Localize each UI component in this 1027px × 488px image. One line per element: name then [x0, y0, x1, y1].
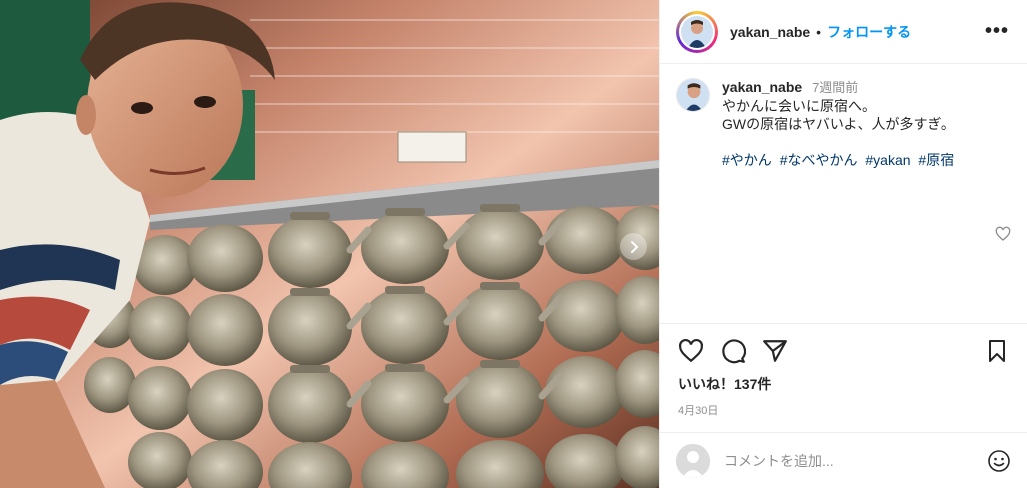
emoji-button[interactable] [987, 449, 1011, 478]
share-button[interactable] [762, 338, 788, 364]
default-avatar-icon [676, 443, 710, 478]
chevron-right-icon [630, 240, 638, 253]
post-date[interactable]: 4月30日 [660, 402, 1027, 418]
hashtag-link[interactable]: #原宿 [918, 152, 954, 168]
comment-icon [722, 339, 746, 364]
caption-line-2: GWの原宿はヤバいよ、人が多すぎ。 [722, 116, 955, 132]
follow-button[interactable]: フォローする [827, 22, 911, 42]
post-actions-section: いいね！137件 4月30日 [660, 323, 1027, 418]
like-button[interactable] [678, 338, 704, 364]
post-side-panel: yakan_nabe • フォローする ••• yakan_nabe 7週間前 … [659, 0, 1027, 488]
story-ring[interactable] [676, 10, 718, 53]
avatar-image [681, 15, 713, 48]
hashtag-link[interactable]: #やかん [722, 152, 772, 168]
comment-button[interactable] [720, 338, 746, 364]
caption: yakan_nabe 7週間前 やかんに会いに原宿へ。 GWの原宿はヤバいよ、人… [660, 64, 1027, 169]
hashtag-link[interactable]: #なべやかん [780, 152, 858, 168]
more-options-button[interactable]: ••• [985, 20, 1009, 43]
post-image[interactable] [0, 0, 659, 488]
caption-avatar-image [677, 79, 709, 111]
caption-username[interactable]: yakan_nabe [722, 79, 802, 95]
post-photo-illustration [0, 0, 659, 488]
smiley-icon [988, 450, 1010, 472]
heart-icon [679, 338, 703, 363]
heart-icon [995, 226, 1011, 241]
comment-input[interactable] [724, 452, 964, 469]
caption-time[interactable]: 7週間前 [812, 80, 858, 95]
hashtag-link[interactable]: #yakan [865, 152, 910, 168]
save-button[interactable] [985, 339, 1009, 368]
carousel-next-button[interactable] [620, 233, 647, 260]
caption-avatar[interactable] [676, 78, 710, 112]
header-username[interactable]: yakan_nabe [730, 24, 810, 40]
action-bar [660, 324, 1027, 378]
current-user-avatar [676, 443, 710, 478]
header-separator: • [816, 23, 822, 40]
caption-body: yakan_nabe 7週間前 やかんに会いに原宿へ。 GWの原宿はヤバいよ、人… [722, 78, 958, 169]
caption-like-button[interactable] [995, 226, 1011, 247]
paper-plane-icon [763, 340, 787, 362]
bookmark-icon [989, 340, 1005, 362]
caption-hashtags: #やかん #なべやかん #yakan #原宿 [722, 151, 958, 169]
caption-line-1: やかんに会いに原宿へ。 [722, 98, 876, 114]
avatar[interactable] [679, 13, 715, 50]
ellipsis-icon: ••• [984, 20, 1009, 42]
post-header: yakan_nabe • フォローする ••• [660, 0, 1027, 64]
comment-bar [660, 432, 1027, 488]
